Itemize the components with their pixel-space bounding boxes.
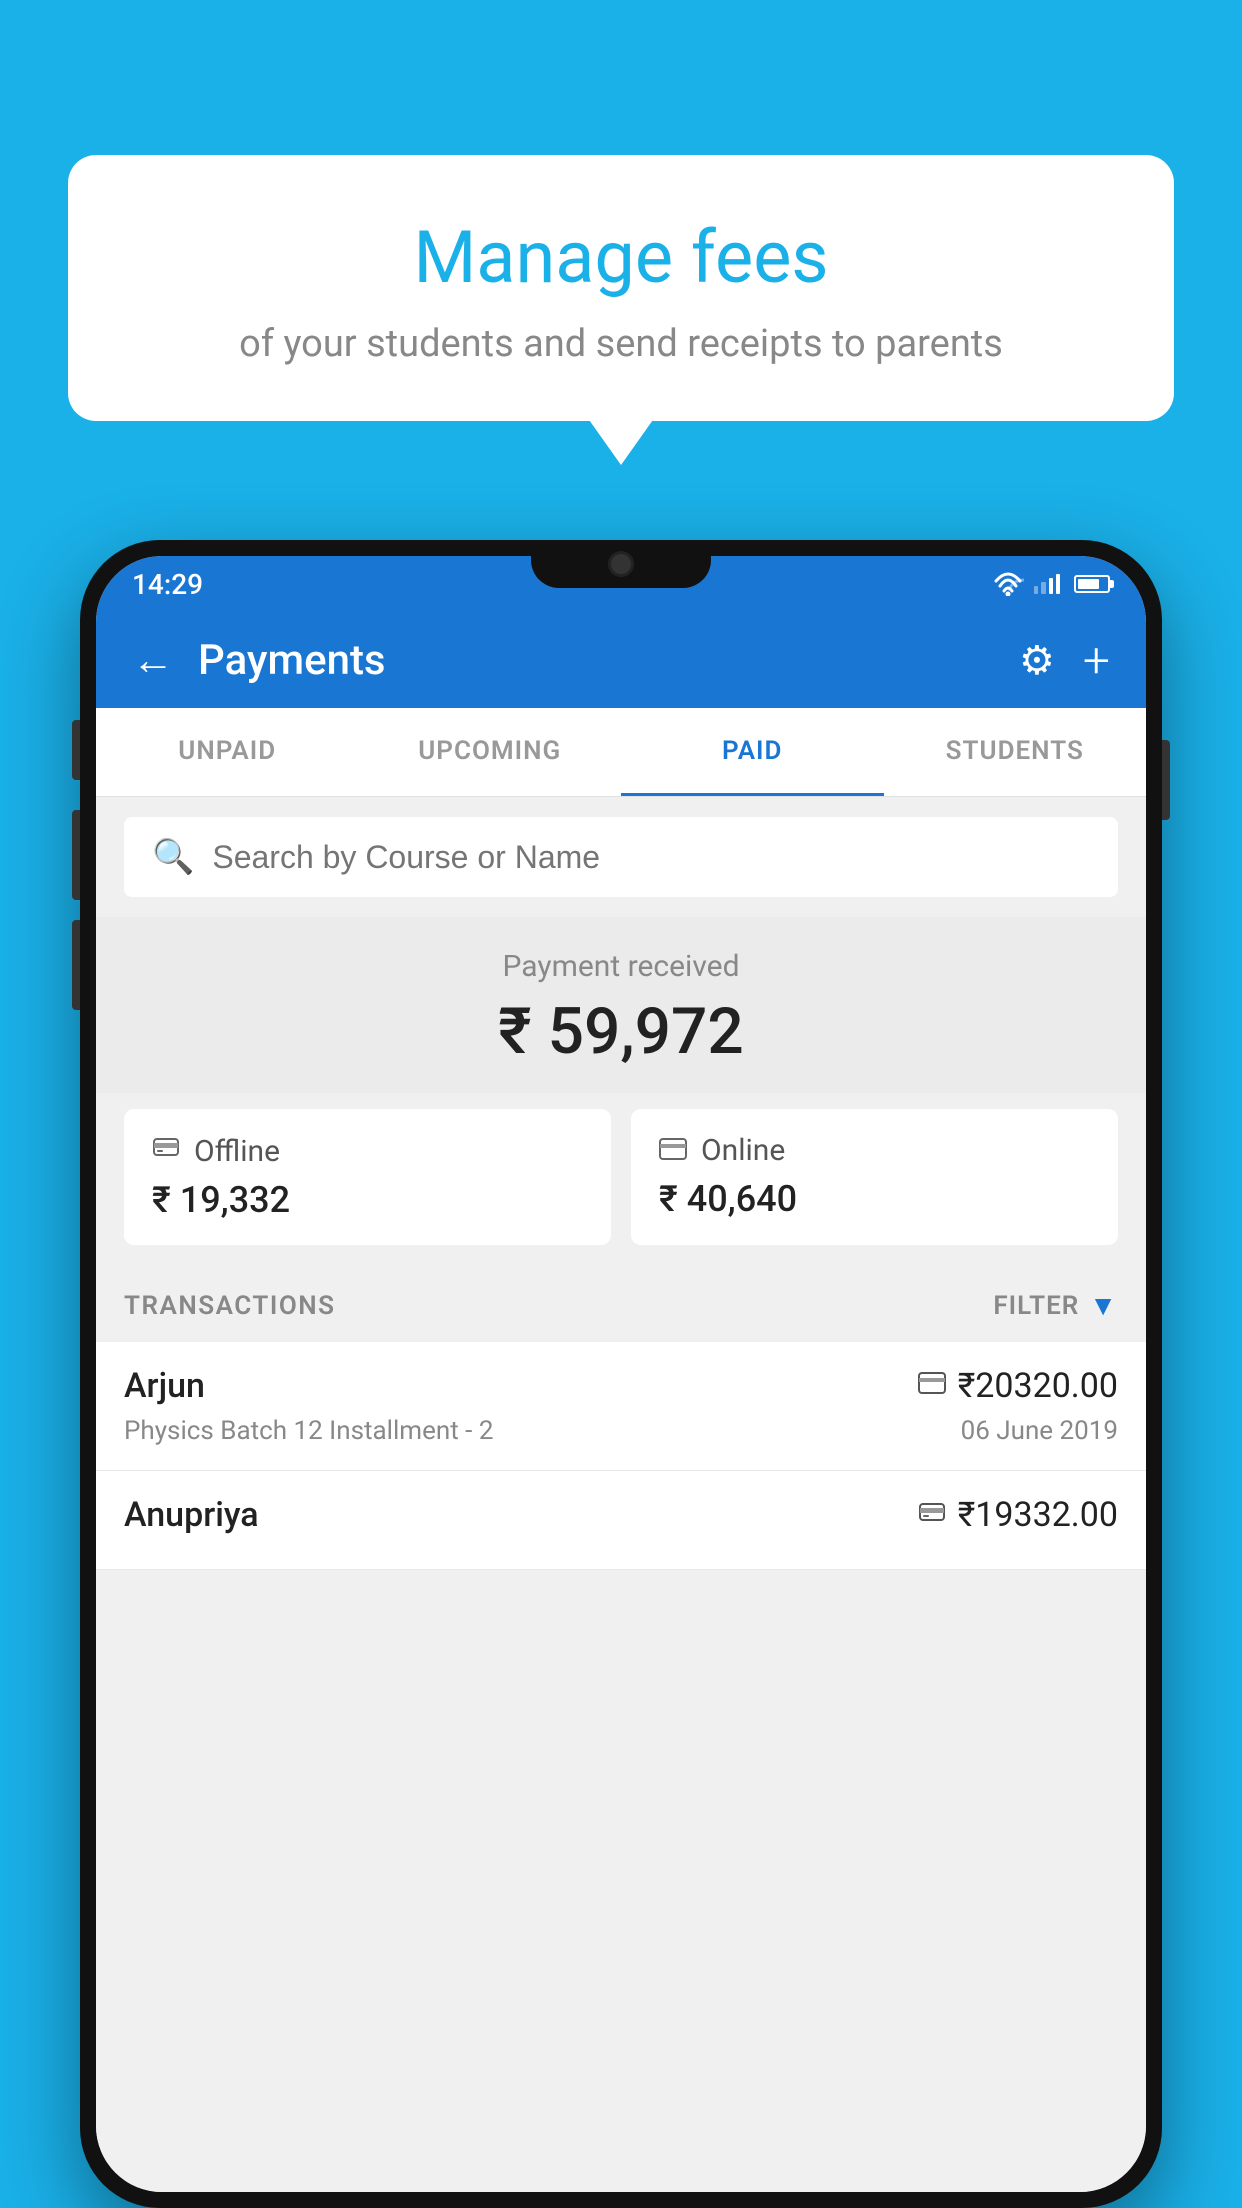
- offline-icon: [152, 1133, 180, 1169]
- online-amount: ₹ 40,640: [659, 1178, 1090, 1220]
- front-camera: [608, 551, 634, 577]
- transactions-label: TRANSACTIONS: [124, 1291, 336, 1321]
- speech-bubble: Manage fees of your students and send re…: [68, 155, 1174, 421]
- online-card: Online ₹ 40,640: [631, 1109, 1118, 1245]
- filter-button[interactable]: FILTER ▼: [993, 1289, 1118, 1322]
- transaction-row[interactable]: Anupriya ₹19332.00: [96, 1471, 1146, 1570]
- bubble-subtitle: of your students and send receipts to pa…: [148, 322, 1094, 366]
- power-button: [1162, 740, 1170, 820]
- filter-icon: ▼: [1089, 1289, 1118, 1322]
- online-label: Online: [701, 1133, 785, 1168]
- payment-received-label: Payment received: [96, 949, 1146, 984]
- online-card-top: Online: [659, 1133, 1090, 1168]
- tab-upcoming[interactable]: UPCOMING: [359, 708, 622, 796]
- transactions-header: TRANSACTIONS FILTER ▼: [96, 1269, 1146, 1342]
- tab-unpaid[interactable]: UNPAID: [96, 708, 359, 796]
- transaction-type-icon: [918, 1371, 946, 1401]
- wifi-icon: [992, 572, 1024, 596]
- back-button[interactable]: ←: [132, 636, 174, 685]
- status-icons: [992, 572, 1110, 596]
- transaction-bottom: Physics Batch 12 Installment - 2 06 June…: [124, 1416, 1118, 1446]
- transaction-amount-wrap: ₹20320.00: [918, 1366, 1118, 1406]
- volume-down-button: [72, 810, 80, 900]
- transaction-amount-wrap: ₹19332.00: [918, 1495, 1118, 1535]
- settings-button[interactable]: ⚙: [1019, 637, 1055, 684]
- battery-icon: [1074, 575, 1110, 593]
- transaction-date: 06 June 2019: [961, 1416, 1118, 1446]
- header-actions: ⚙ +: [1019, 632, 1110, 689]
- speech-bubble-container: Manage fees of your students and send re…: [68, 155, 1174, 421]
- bubble-title: Manage fees: [148, 215, 1094, 300]
- payment-received-section: Payment received ₹ 59,972: [96, 917, 1146, 1093]
- transaction-row[interactable]: Arjun ₹20320.00 Physics: [96, 1342, 1146, 1471]
- search-input[interactable]: [212, 839, 1090, 876]
- page-title: Payments: [198, 636, 995, 685]
- transaction-top: Arjun ₹20320.00: [124, 1366, 1118, 1406]
- camera-button: [72, 920, 80, 1010]
- signal-icon: [1034, 574, 1060, 594]
- transaction-amount: ₹20320.00: [958, 1366, 1118, 1406]
- transaction-name: Anupriya: [124, 1495, 259, 1535]
- offline-label: Offline: [194, 1134, 280, 1169]
- transaction-amount: ₹19332.00: [958, 1495, 1118, 1535]
- phone-container: 14:29: [80, 540, 1162, 2208]
- transaction-type-icon: [918, 1498, 946, 1533]
- search-bar: 🔍: [124, 817, 1118, 897]
- search-icon: 🔍: [152, 837, 194, 877]
- filter-label: FILTER: [993, 1291, 1079, 1321]
- tab-students[interactable]: STUDENTS: [884, 708, 1147, 796]
- add-button[interactable]: +: [1083, 632, 1110, 689]
- status-time: 14:29: [132, 568, 203, 601]
- offline-card-top: Offline: [152, 1133, 583, 1169]
- online-icon: [659, 1133, 687, 1168]
- transaction-name: Arjun: [124, 1366, 205, 1406]
- phone-notch: [531, 540, 711, 588]
- phone-frame: 14:29: [80, 540, 1162, 2208]
- app-header: ← Payments ⚙ +: [96, 612, 1146, 708]
- content-area: 🔍 Payment received ₹ 59,972: [96, 797, 1146, 2192]
- volume-up-button: [72, 720, 80, 780]
- payment-received-amount: ₹ 59,972: [96, 994, 1146, 1069]
- offline-card: Offline ₹ 19,332: [124, 1109, 611, 1245]
- transaction-course: Physics Batch 12 Installment - 2: [124, 1416, 493, 1446]
- transaction-top: Anupriya ₹19332.00: [124, 1495, 1118, 1535]
- offline-amount: ₹ 19,332: [152, 1179, 583, 1221]
- tab-paid[interactable]: PAID: [621, 708, 884, 796]
- payment-cards: Offline ₹ 19,332 Online: [96, 1109, 1146, 1269]
- phone-screen: 14:29: [96, 556, 1146, 2192]
- tabs-bar: UNPAID UPCOMING PAID STUDENTS: [96, 708, 1146, 797]
